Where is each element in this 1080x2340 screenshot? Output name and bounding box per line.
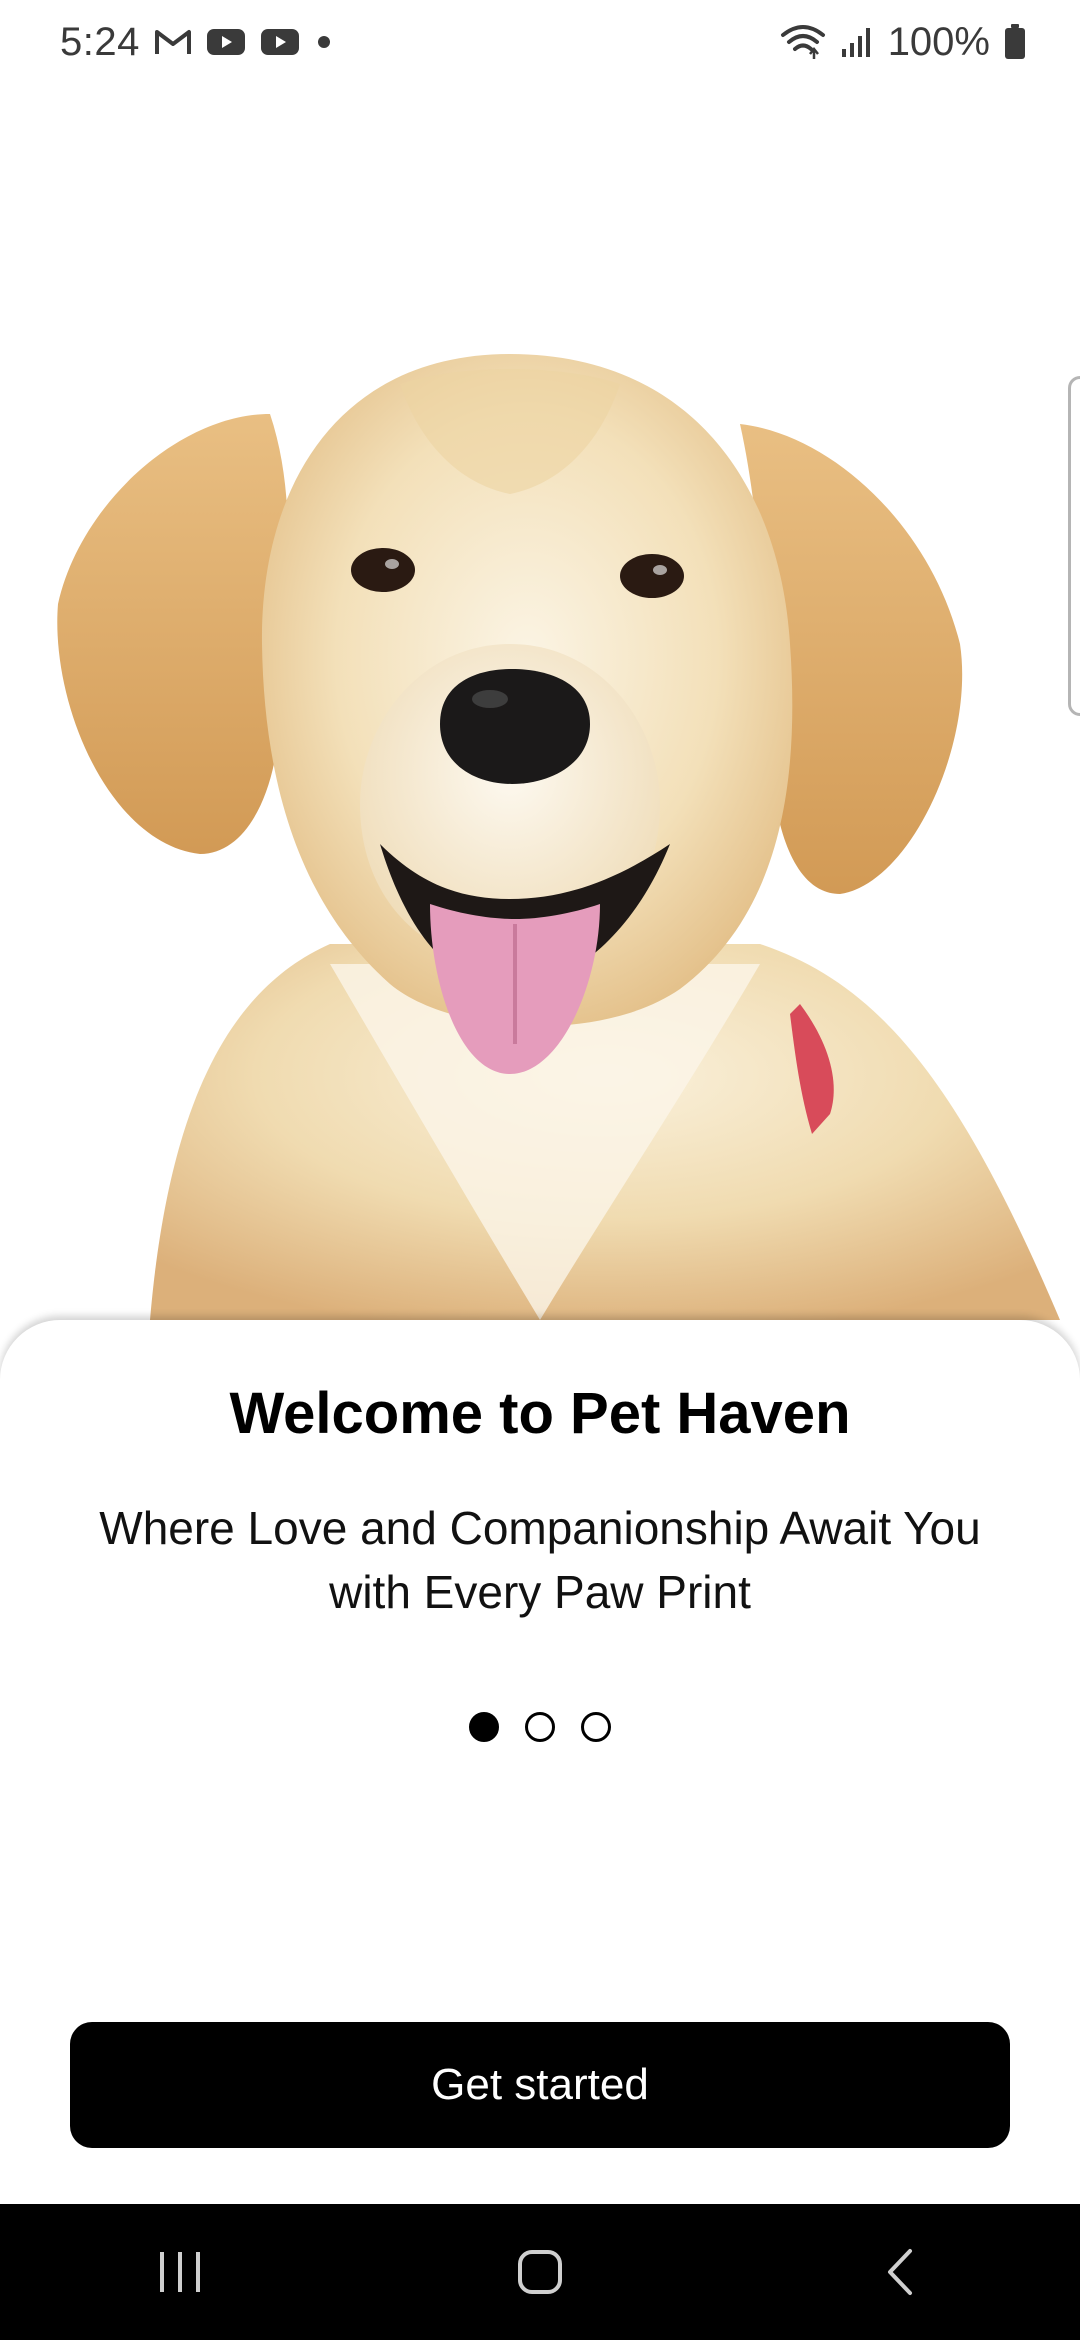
wifi-icon xyxy=(780,23,826,61)
system-nav-bar xyxy=(0,2204,1080,2340)
page-indicator xyxy=(0,1712,1080,1742)
status-time: 5:24 xyxy=(60,19,140,64)
home-button[interactable] xyxy=(480,2222,600,2322)
status-left: 5:24 xyxy=(60,20,334,65)
page-dot-3[interactable] xyxy=(581,1712,611,1742)
page-subtitle: Where Love and Companionship Await You w… xyxy=(99,1502,981,1618)
page-title: Welcome to Pet Haven xyxy=(229,1381,851,1446)
battery-icon xyxy=(1004,24,1026,60)
youtube-icon xyxy=(260,27,300,57)
battery-percentage: 100% xyxy=(887,19,990,64)
edge-panel-handle[interactable] xyxy=(1068,376,1080,716)
page-dot-2[interactable] xyxy=(525,1712,555,1742)
get-started-button[interactable]: Get started xyxy=(70,2022,1010,2148)
page-dot-1[interactable] xyxy=(469,1712,499,1742)
gmail-icon xyxy=(154,27,192,57)
signal-icon xyxy=(840,25,874,59)
youtube-icon xyxy=(206,27,246,57)
status-right: 100% xyxy=(780,20,1026,65)
status-bar: 5:24 100% xyxy=(0,0,1080,84)
hero-image xyxy=(0,84,1080,1354)
onboarding-screen: 5:24 100% Welcome to Pet Haven Where Lov… xyxy=(0,0,1080,2340)
recent-apps-icon xyxy=(160,2252,200,2292)
dog-illustration xyxy=(57,354,1060,1320)
back-icon xyxy=(888,2249,912,2295)
dot-icon xyxy=(314,32,334,52)
recent-apps-button[interactable] xyxy=(120,2222,240,2322)
back-button[interactable] xyxy=(840,2222,960,2322)
onboarding-sheet: Welcome to Pet Haven Where Love and Comp… xyxy=(0,1320,1080,2204)
home-icon xyxy=(518,2250,562,2294)
